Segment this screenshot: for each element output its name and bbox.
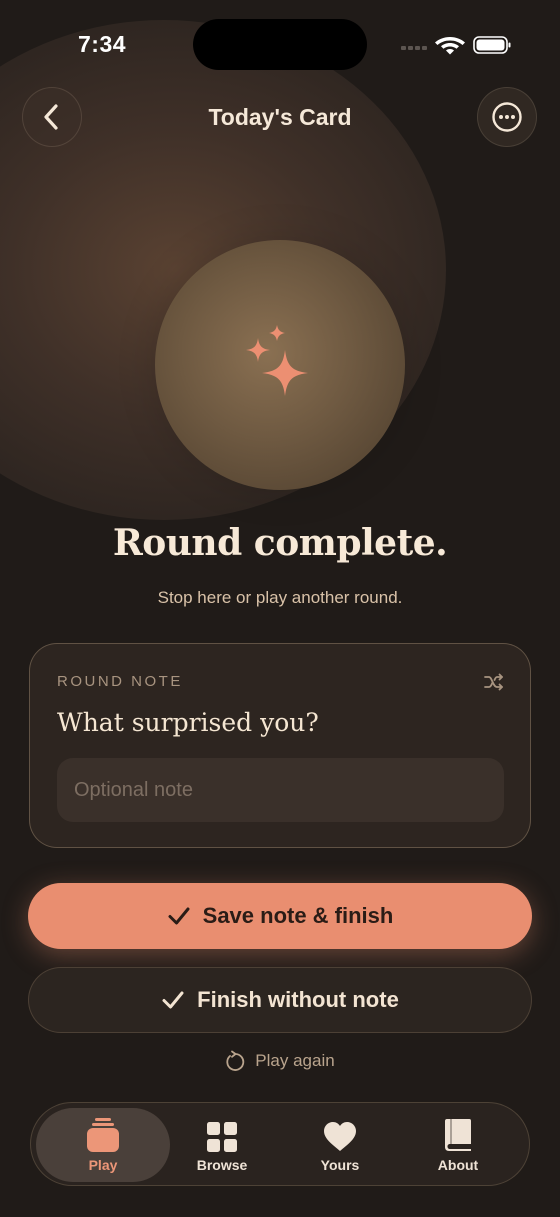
shuffle-icon[interactable] bbox=[483, 672, 505, 692]
checkmark-icon bbox=[167, 905, 191, 927]
page-title: Today's Card bbox=[208, 104, 352, 130]
status-icons bbox=[401, 36, 511, 55]
heart-icon bbox=[323, 1117, 357, 1153]
battery-icon bbox=[473, 36, 511, 54]
tab-browse[interactable]: Browse bbox=[155, 1108, 289, 1182]
tab-label: Play bbox=[88, 1157, 118, 1173]
save-note-finish-label: Save note & finish bbox=[202, 903, 394, 928]
note-prompt: What surprised you? bbox=[57, 708, 319, 737]
tab-label: Yours bbox=[320, 1157, 360, 1173]
finish-without-note-label: Finish without note bbox=[197, 987, 399, 1012]
status-time: 7:34 bbox=[78, 31, 127, 57]
grid-icon bbox=[206, 1117, 238, 1153]
round-note-card: ROUND NOTE What surprised you? bbox=[29, 643, 531, 848]
checkmark-icon bbox=[161, 989, 185, 1011]
tab-play[interactable]: Play bbox=[36, 1108, 170, 1182]
play-again-label: Play again bbox=[255, 1051, 335, 1070]
wifi-icon bbox=[435, 37, 465, 55]
cellular-signal-icon bbox=[401, 46, 427, 50]
tab-label: Browse bbox=[196, 1157, 248, 1173]
play-again-link[interactable]: Play again bbox=[0, 1050, 560, 1072]
tab-bar: Play Browse Yours About bbox=[30, 1102, 530, 1186]
tab-yours[interactable]: Yours bbox=[273, 1108, 407, 1182]
sparkles-icon bbox=[246, 325, 308, 396]
completion-subtitle: Stop here or play another round. bbox=[157, 588, 403, 607]
cards-stack-icon bbox=[85, 1117, 121, 1153]
note-kicker: ROUND NOTE bbox=[57, 673, 183, 690]
tab-about[interactable]: About bbox=[391, 1108, 525, 1182]
save-note-finish-button[interactable]: Save note & finish bbox=[28, 883, 532, 949]
ellipsis-circle-icon bbox=[492, 102, 522, 132]
screen: 7:34 Today's Card Round complete. Stop h… bbox=[0, 0, 560, 1217]
tab-label: About bbox=[437, 1157, 479, 1173]
note-input[interactable] bbox=[57, 758, 504, 822]
finish-without-note-button[interactable]: Finish without note bbox=[28, 967, 532, 1033]
more-options-button[interactable] bbox=[477, 87, 537, 147]
book-icon bbox=[443, 1117, 473, 1153]
completion-headline: Round complete. bbox=[112, 522, 448, 564]
replay-icon bbox=[225, 1050, 245, 1072]
dynamic-island bbox=[193, 19, 367, 70]
